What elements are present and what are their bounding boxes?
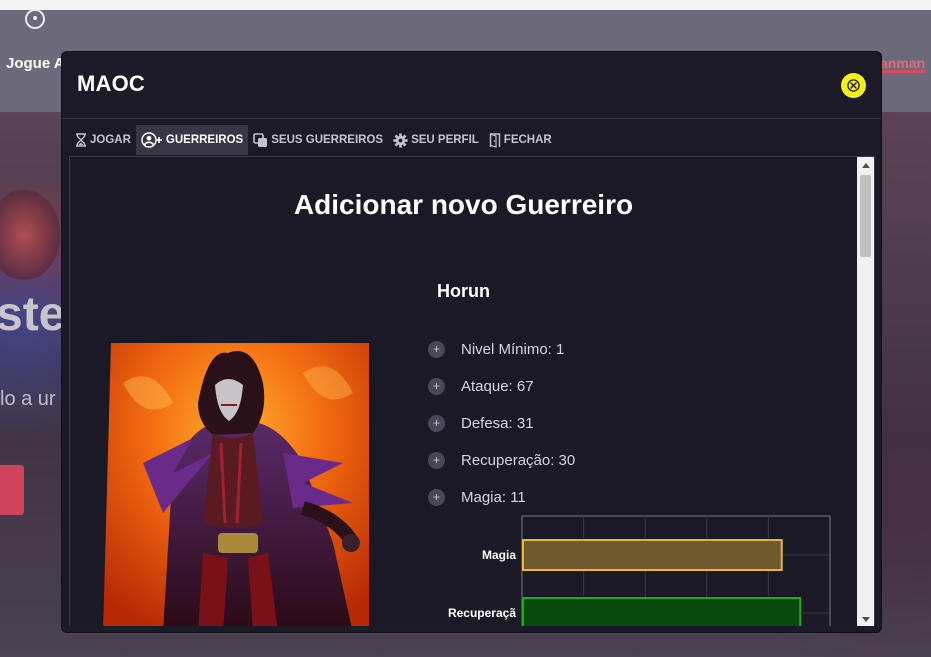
background-user-link[interactable]: anman <box>880 55 926 73</box>
warrior-modal: MAOC JOGAR GUERREIROS SEUS GUERREIROS SE… <box>62 52 881 632</box>
close-button[interactable] <box>841 73 866 98</box>
chart-bar-1 <box>522 597 802 626</box>
stat-nivel-minimo: + Nivel Mínimo: 1 <box>428 341 564 358</box>
chart-bar-0 <box>522 539 783 571</box>
scroll-up-button[interactable] <box>857 157 874 173</box>
tab-seus-guerreiros[interactable]: SEUS GUERREIROS <box>248 125 388 155</box>
plus-icon[interactable]: + <box>428 452 445 469</box>
stat-label: Magia: 11 <box>461 489 526 506</box>
content-scrollbar[interactable] <box>857 157 874 626</box>
plus-icon[interactable]: + <box>428 415 445 432</box>
tab-jogar[interactable]: JOGAR <box>70 125 136 155</box>
tab-guerreiros-label: GUERREIROS <box>165 134 244 146</box>
tab-guerreiros[interactable]: GUERREIROS <box>135 125 249 155</box>
background-logo-icon[interactable] <box>25 9 45 29</box>
tab-jogar-label: JOGAR <box>90 134 131 146</box>
stat-ataque: + Ataque: 67 <box>428 378 534 395</box>
tab-seu-perfil-label: SEU PERFIL <box>411 134 479 146</box>
page-title: Adicionar novo Guerreiro <box>293 189 634 220</box>
warrior-name: Horun <box>437 281 490 301</box>
close-icon <box>847 79 860 92</box>
modal-content: Adicionar novo Guerreiro Horun + Nivel M… <box>69 156 875 626</box>
warrior-portrait <box>103 343 369 626</box>
modal-header: MAOC <box>62 52 881 119</box>
tab-fechar[interactable]: FECHAR <box>484 125 557 155</box>
modal-tabs: JOGAR GUERREIROS SEUS GUERREIROS SEU PER… <box>70 125 557 155</box>
plus-icon[interactable]: + <box>428 489 445 506</box>
stat-label: Defesa: 31 <box>461 415 534 432</box>
stat-label: Recuperação: 30 <box>461 452 576 469</box>
plus-icon[interactable]: + <box>428 378 445 395</box>
stat-label: Nivel Mínimo: 1 <box>461 341 565 358</box>
background-hero-title: ste <box>0 288 66 341</box>
browser-top-strip <box>0 0 931 10</box>
door-icon <box>489 132 500 148</box>
chart-category-label: Recuperaçã <box>448 606 516 620</box>
modal-title: MAOC <box>77 71 146 96</box>
chart-category-label: Magia <box>482 548 516 562</box>
gear-icon <box>393 132 408 148</box>
scroll-up-icon <box>861 162 870 168</box>
hourglass-icon <box>76 133 86 147</box>
copy-icon <box>253 132 268 147</box>
tab-seus-guerreiros-label: SEUS GUERREIROS <box>271 134 384 146</box>
add-user-icon <box>141 132 162 148</box>
tab-fechar-label: FECHAR <box>503 134 552 146</box>
stat-label: Ataque: 67 <box>461 378 534 395</box>
scrollbar-thumb[interactable] <box>860 175 871 257</box>
scroll-down-button[interactable] <box>857 611 874 626</box>
scroll-down-icon <box>861 616 870 622</box>
stat-magia: + Magia: 11 <box>428 489 526 506</box>
background-hero-subtitle: lo a ur <box>0 388 56 410</box>
background-figure <box>0 190 60 280</box>
stats-bar-chart: Magia Recuperaçã <box>448 515 831 626</box>
tab-seu-perfil[interactable]: SEU PERFIL <box>388 125 484 155</box>
background-nav-link[interactable]: Jogue A <box>6 55 65 72</box>
plus-icon[interactable]: + <box>428 341 445 358</box>
stat-defesa: + Defesa: 31 <box>428 415 534 432</box>
stat-recuperacao: + Recuperação: 30 <box>428 452 575 469</box>
background-cta-button[interactable] <box>0 465 24 515</box>
